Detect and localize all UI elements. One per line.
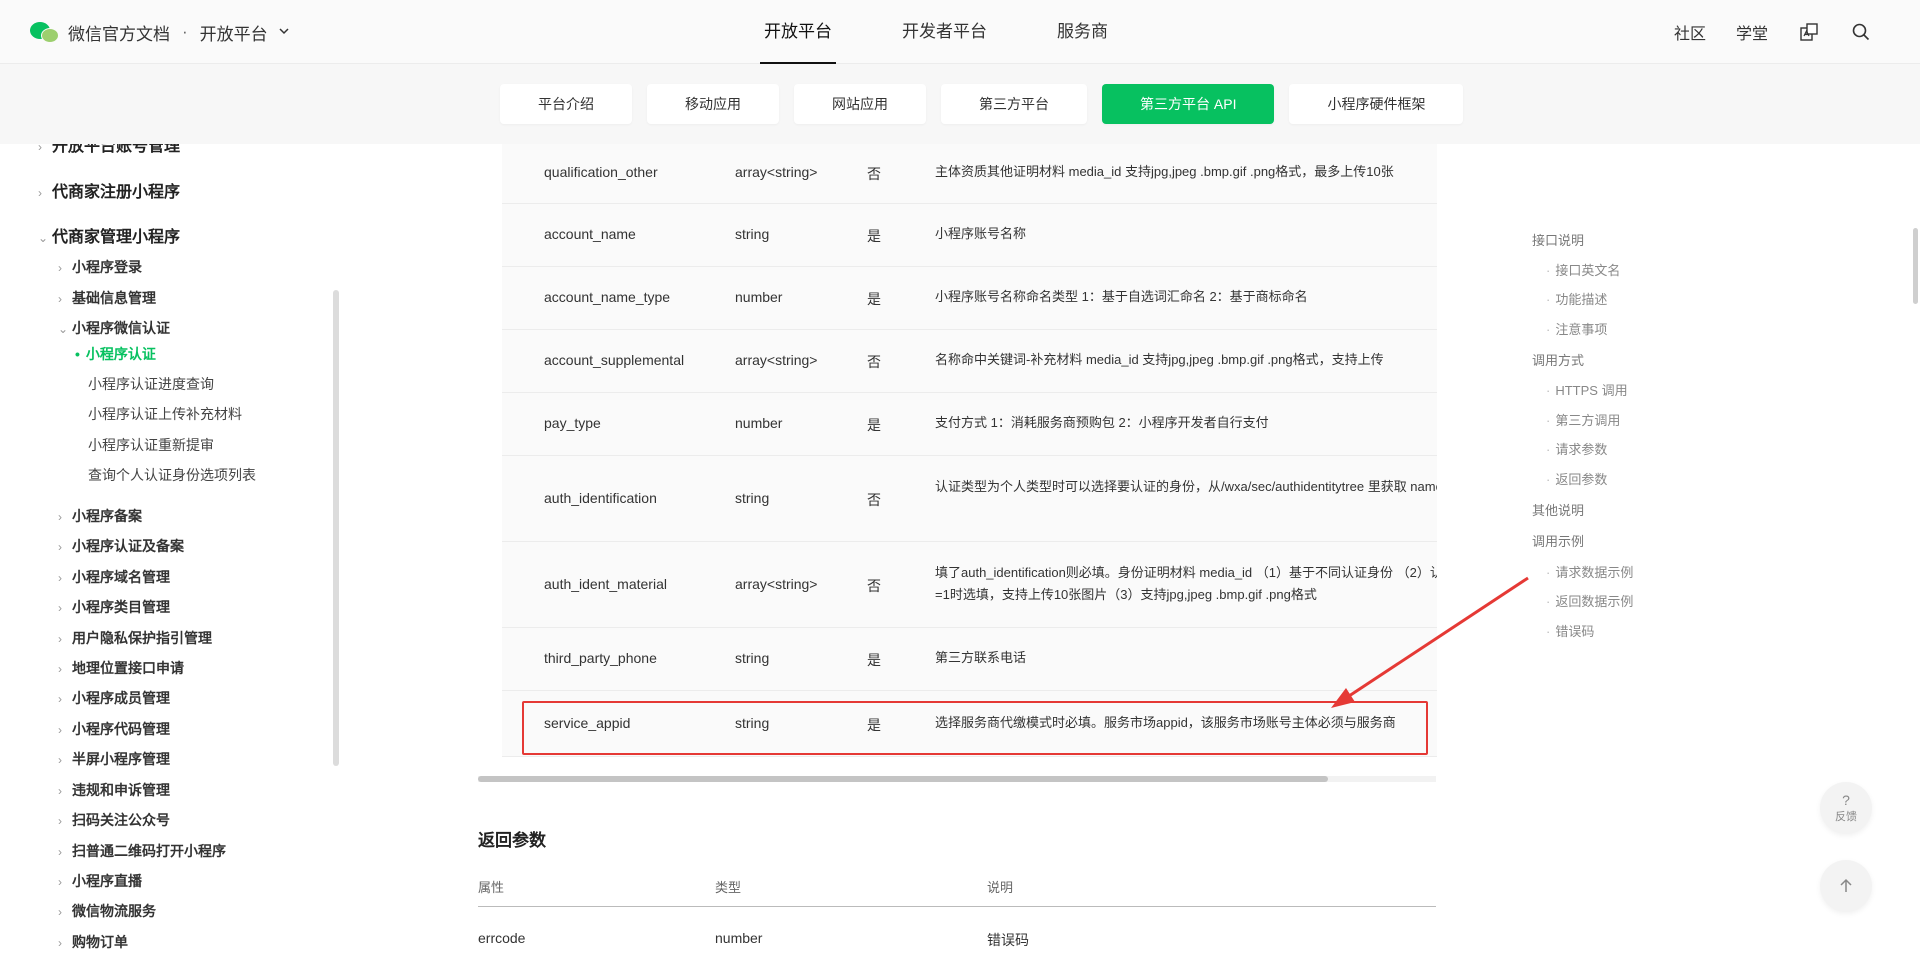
feedback-label: 反馈	[1835, 811, 1857, 823]
return-header-desc: 说明	[987, 880, 1014, 895]
tab-third-party-platform[interactable]: 第三方平台	[941, 84, 1087, 124]
back-to-top-button[interactable]	[1820, 860, 1872, 912]
toc-item[interactable]: 错误码	[1546, 621, 1594, 640]
top-header: 微信官方文档 · 开放平台 开放平台 开发者平台 服务商 社区 学堂	[0, 0, 1920, 64]
toc-item[interactable]: HTTPS 调用	[1546, 380, 1627, 399]
question-icon: ?	[1842, 792, 1850, 808]
tab-third-party-api[interactable]: 第三方平台 API	[1102, 84, 1275, 124]
translate-icon[interactable]	[1798, 21, 1820, 43]
sidebar-item-identity-list[interactable]: 查询个人认证身份选项列表	[88, 465, 256, 485]
sidebar-item[interactable]: › 小程序类目管理	[58, 597, 170, 617]
table-row: third_party_phone string 是 第三方联系电话	[502, 628, 1437, 691]
table-row: qualification_other array<string> 否 主体资质…	[502, 144, 1437, 204]
sidebar-item[interactable]: › 违规和申诉管理	[58, 780, 170, 800]
tab-website-app[interactable]: 网站应用	[794, 84, 926, 124]
feedback-button[interactable]: ? 反馈	[1820, 782, 1872, 834]
right-nav: 社区 学堂	[1674, 0, 1872, 64]
return-header-type: 类型	[715, 880, 742, 895]
sidebar-item[interactable]: › 扫普通二维码打开小程序	[58, 841, 226, 861]
nav-service-provider[interactable]: 服务商	[1053, 0, 1112, 64]
tab-mobile-app[interactable]: 移动应用	[647, 84, 779, 124]
return-params-title: 返回参数	[478, 831, 546, 850]
return-cell-desc: 错误码	[987, 932, 1029, 948]
return-header-attr: 属性	[478, 880, 505, 895]
nav-developer-platform[interactable]: 开发者平台	[898, 0, 991, 64]
sidebar-item[interactable]: › 小程序直播	[58, 871, 142, 891]
return-cell-type: number	[715, 930, 763, 946]
brand-separator: ·	[182, 22, 188, 41]
nav-academy[interactable]: 学堂	[1736, 20, 1768, 44]
sidebar-item[interactable]: › 微信物流服务	[58, 901, 156, 921]
sidebar-item-manage[interactable]: ⌄ 代商家管理小程序	[38, 223, 180, 247]
sidebar-item-active[interactable]: • 小程序认证	[75, 344, 156, 364]
page-scrollbar[interactable]	[1913, 228, 1918, 304]
toc-item[interactable]: 返回数据示例	[1546, 591, 1633, 610]
main-nav: 开放平台 开发者平台 服务商	[760, 0, 1174, 64]
nav-community[interactable]: 社区	[1674, 20, 1706, 44]
chevron-down-icon: ⌄	[38, 231, 49, 245]
toc-item[interactable]: 调用示例	[1532, 531, 1584, 550]
sidebar-item-auth-resubmit[interactable]: 小程序认证重新提审	[88, 435, 214, 455]
highlight-box	[522, 701, 1428, 755]
toc-item[interactable]: 其他说明	[1532, 500, 1584, 519]
toc-item[interactable]: 请求数据示例	[1546, 562, 1633, 581]
table-row: pay_type number 是 支付方式 1：消耗服务商预购包 2：小程序开…	[502, 393, 1437, 456]
toc-item[interactable]: 第三方调用	[1546, 410, 1620, 429]
sidebar-item[interactable]: › 小程序代码管理	[58, 719, 170, 739]
sidebar: › 开放平台账号管理 › 代商家注册小程序 ⌄ 代商家管理小程序 › 小程序登录 › 基础…	[0, 144, 334, 953]
sidebar-item-auth-upload[interactable]: 小程序认证上传补充材料	[88, 404, 242, 424]
toc-item[interactable]: 请求参数	[1546, 439, 1607, 458]
table-row: account_supplemental array<string> 否 名称命…	[502, 330, 1437, 393]
sub-tab-bar: 平台介绍 移动应用 网站应用 第三方平台 第三方平台 API 小程序硬件框架	[0, 64, 1920, 144]
sidebar-item[interactable]: › 小程序备案	[58, 506, 142, 526]
sidebar-scrollbar[interactable]	[333, 290, 339, 766]
sidebar-item-basic-info[interactable]: › 基础信息管理	[58, 288, 156, 308]
sidebar-item[interactable]: › 地理位置接口申请	[58, 658, 184, 678]
arrow-up-icon	[1840, 878, 1852, 892]
nav-open-platform[interactable]: 开放平台	[760, 0, 836, 64]
sidebar-item-login[interactable]: › 小程序登录	[58, 257, 142, 277]
sidebar-item-register[interactable]: › 代商家注册小程序	[38, 178, 180, 202]
toc-item[interactable]: 返回参数	[1546, 469, 1607, 488]
sidebar-item[interactable]: › 购物订单	[58, 932, 128, 952]
tab-miniprogram-hardware[interactable]: 小程序硬件框架	[1289, 84, 1464, 124]
sidebar-item-label: 代商家注册小程序	[52, 184, 181, 201]
table-row: auth_identification string 否 认证类型为个人类型时可…	[502, 456, 1437, 542]
sidebar-item-wechat-auth[interactable]: ⌄ 小程序微信认证	[58, 318, 170, 338]
params-table: qualification_other array<string> 否 主体资质…	[502, 144, 1437, 774]
sidebar-item[interactable]: › 扫码关注公众号	[58, 810, 170, 830]
toc-item[interactable]: 功能描述	[1546, 289, 1607, 308]
search-icon[interactable]	[1850, 21, 1872, 43]
return-cell-name: errcode	[478, 930, 526, 946]
wechat-logo-icon	[30, 20, 60, 44]
sidebar-item[interactable]: › 半屏小程序管理	[58, 749, 170, 769]
toc-item[interactable]: 注意事项	[1546, 319, 1607, 338]
brand-title: 微信官方文档	[68, 24, 170, 44]
toc-item[interactable]: 接口英文名	[1546, 260, 1620, 279]
brand[interactable]: 微信官方文档 · 开放平台	[30, 18, 290, 46]
tab-platform-intro[interactable]: 平台介绍	[500, 84, 632, 124]
sidebar-item-auth-progress[interactable]: 小程序认证进度查询	[88, 374, 214, 394]
chevron-down-icon[interactable]	[278, 25, 290, 40]
toc-item[interactable]: 接口说明	[1532, 230, 1584, 249]
table-row: account_name_type number 是 小程序账号名称命名类型 1…	[502, 267, 1437, 330]
table-row: auth_ident_material array<string> 否 填了au…	[502, 542, 1437, 628]
sidebar-item[interactable]: › 用户隐私保护指引管理	[58, 628, 212, 648]
table-row: account_name string 是 小程序账号名称	[502, 204, 1437, 267]
return-divider	[478, 906, 1436, 907]
sidebar-item-label: 代商家管理小程序	[52, 229, 181, 246]
sidebar-item[interactable]: › 小程序域名管理	[58, 567, 170, 587]
sidebar-item[interactable]: › 小程序认证及备案	[58, 536, 184, 556]
table-scroll-thumb[interactable]	[478, 776, 1328, 782]
chevron-right-icon: ›	[38, 186, 42, 200]
sidebar-item-cut[interactable]: › 开放平台账号管理	[38, 144, 180, 156]
sidebar-item[interactable]: › 小程序成员管理	[58, 688, 170, 708]
toc-item[interactable]: 调用方式	[1532, 350, 1584, 369]
platform-selector[interactable]: 开放平台	[200, 20, 268, 45]
